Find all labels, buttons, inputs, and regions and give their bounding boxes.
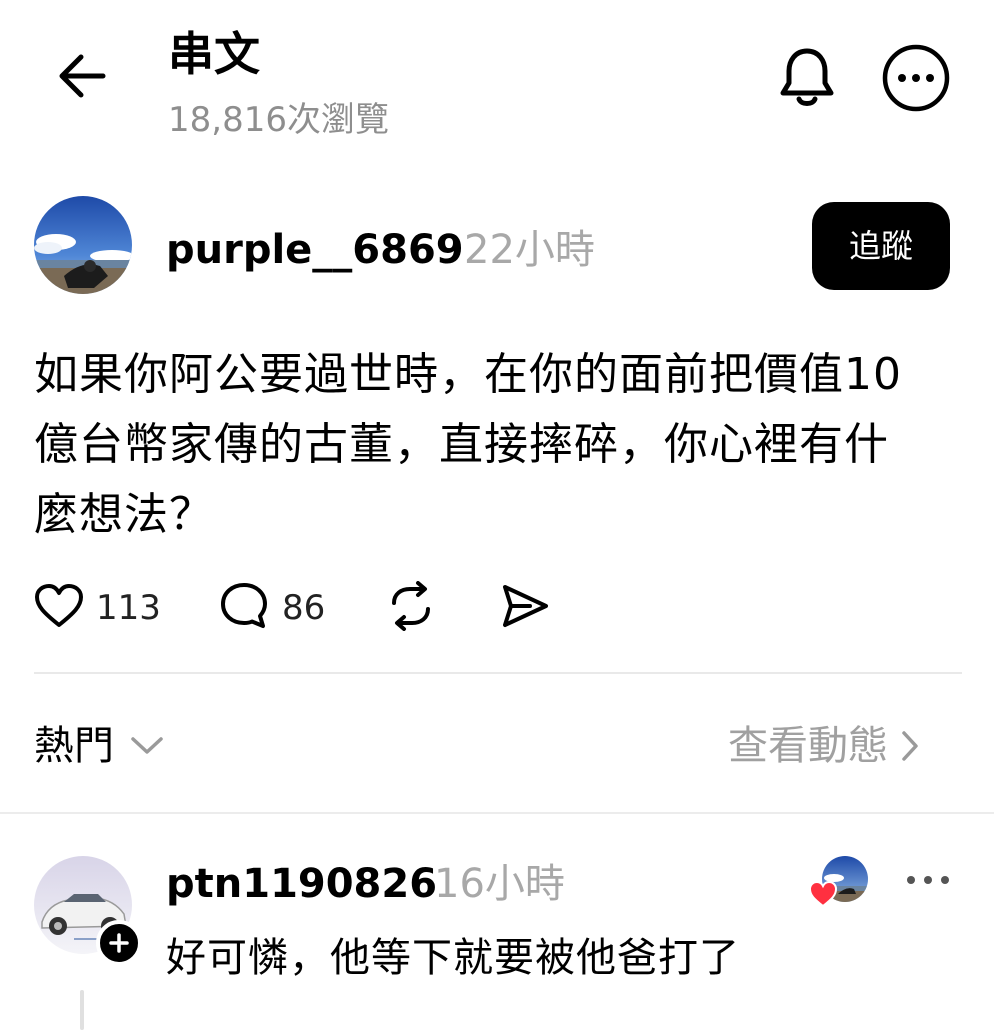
divider [0,812,994,814]
comment-timestamp: 16小時 [434,861,565,907]
repost-button[interactable] [384,580,438,636]
liked-heart-icon [808,880,838,908]
follow-button[interactable]: 追蹤 [812,202,950,290]
comment-text: 好可憐，他等下就要被他爸打了 [166,935,740,981]
back-button[interactable] [52,50,112,106]
follow-plus-button[interactable] [96,920,142,966]
comment-count: 86 [282,588,326,628]
more-horizontal-icon [906,875,950,885]
like-button[interactable]: 113 [34,580,161,636]
page-title: 串文 [168,27,260,81]
heart-icon [34,583,84,633]
chevron-down-icon [130,735,164,757]
post-text-line: 麼想法？ [34,489,214,540]
thread-line [80,990,84,1030]
share-icon [500,583,550,633]
comment-icon [218,581,270,635]
plus-icon [108,932,130,954]
like-count: 113 [96,588,161,628]
divider [34,672,962,674]
sort-label: 熱門 [34,723,114,769]
comment-button[interactable]: 86 [218,580,325,636]
arrow-left-icon [57,53,107,103]
chevron-right-icon [900,729,920,763]
notifications-button[interactable] [772,44,842,114]
more-options-button[interactable] [880,44,952,116]
repost-icon [384,581,438,635]
bell-icon [777,45,837,113]
post-text-line: 億台幣家傳的古董，直接摔碎，你心裡有什 [34,419,889,470]
author-avatar[interactable] [34,196,132,294]
post-body: 如果你阿公要過世時，在你的面前把價值10 億台幣家傳的古董，直接摔碎，你心裡有什… [34,340,934,550]
view-activity-link[interactable]: 查看動態 [728,718,920,774]
sort-dropdown[interactable]: 熱門 [34,718,164,774]
post-author-name[interactable]: purple__6869 [166,222,464,278]
post-text-line: 如果你阿公要過世時，在你的面前把價值10 [34,349,902,400]
post-timestamp: 22小時 [464,227,595,273]
share-button[interactable] [500,580,550,636]
comment-author-name[interactable]: ptn1190826 [166,856,437,912]
more-circle-icon [881,43,951,117]
view-activity-label: 查看動態 [728,723,888,769]
comment-more-button[interactable] [900,862,956,898]
view-count: 18,816次瀏覽 [168,100,389,140]
